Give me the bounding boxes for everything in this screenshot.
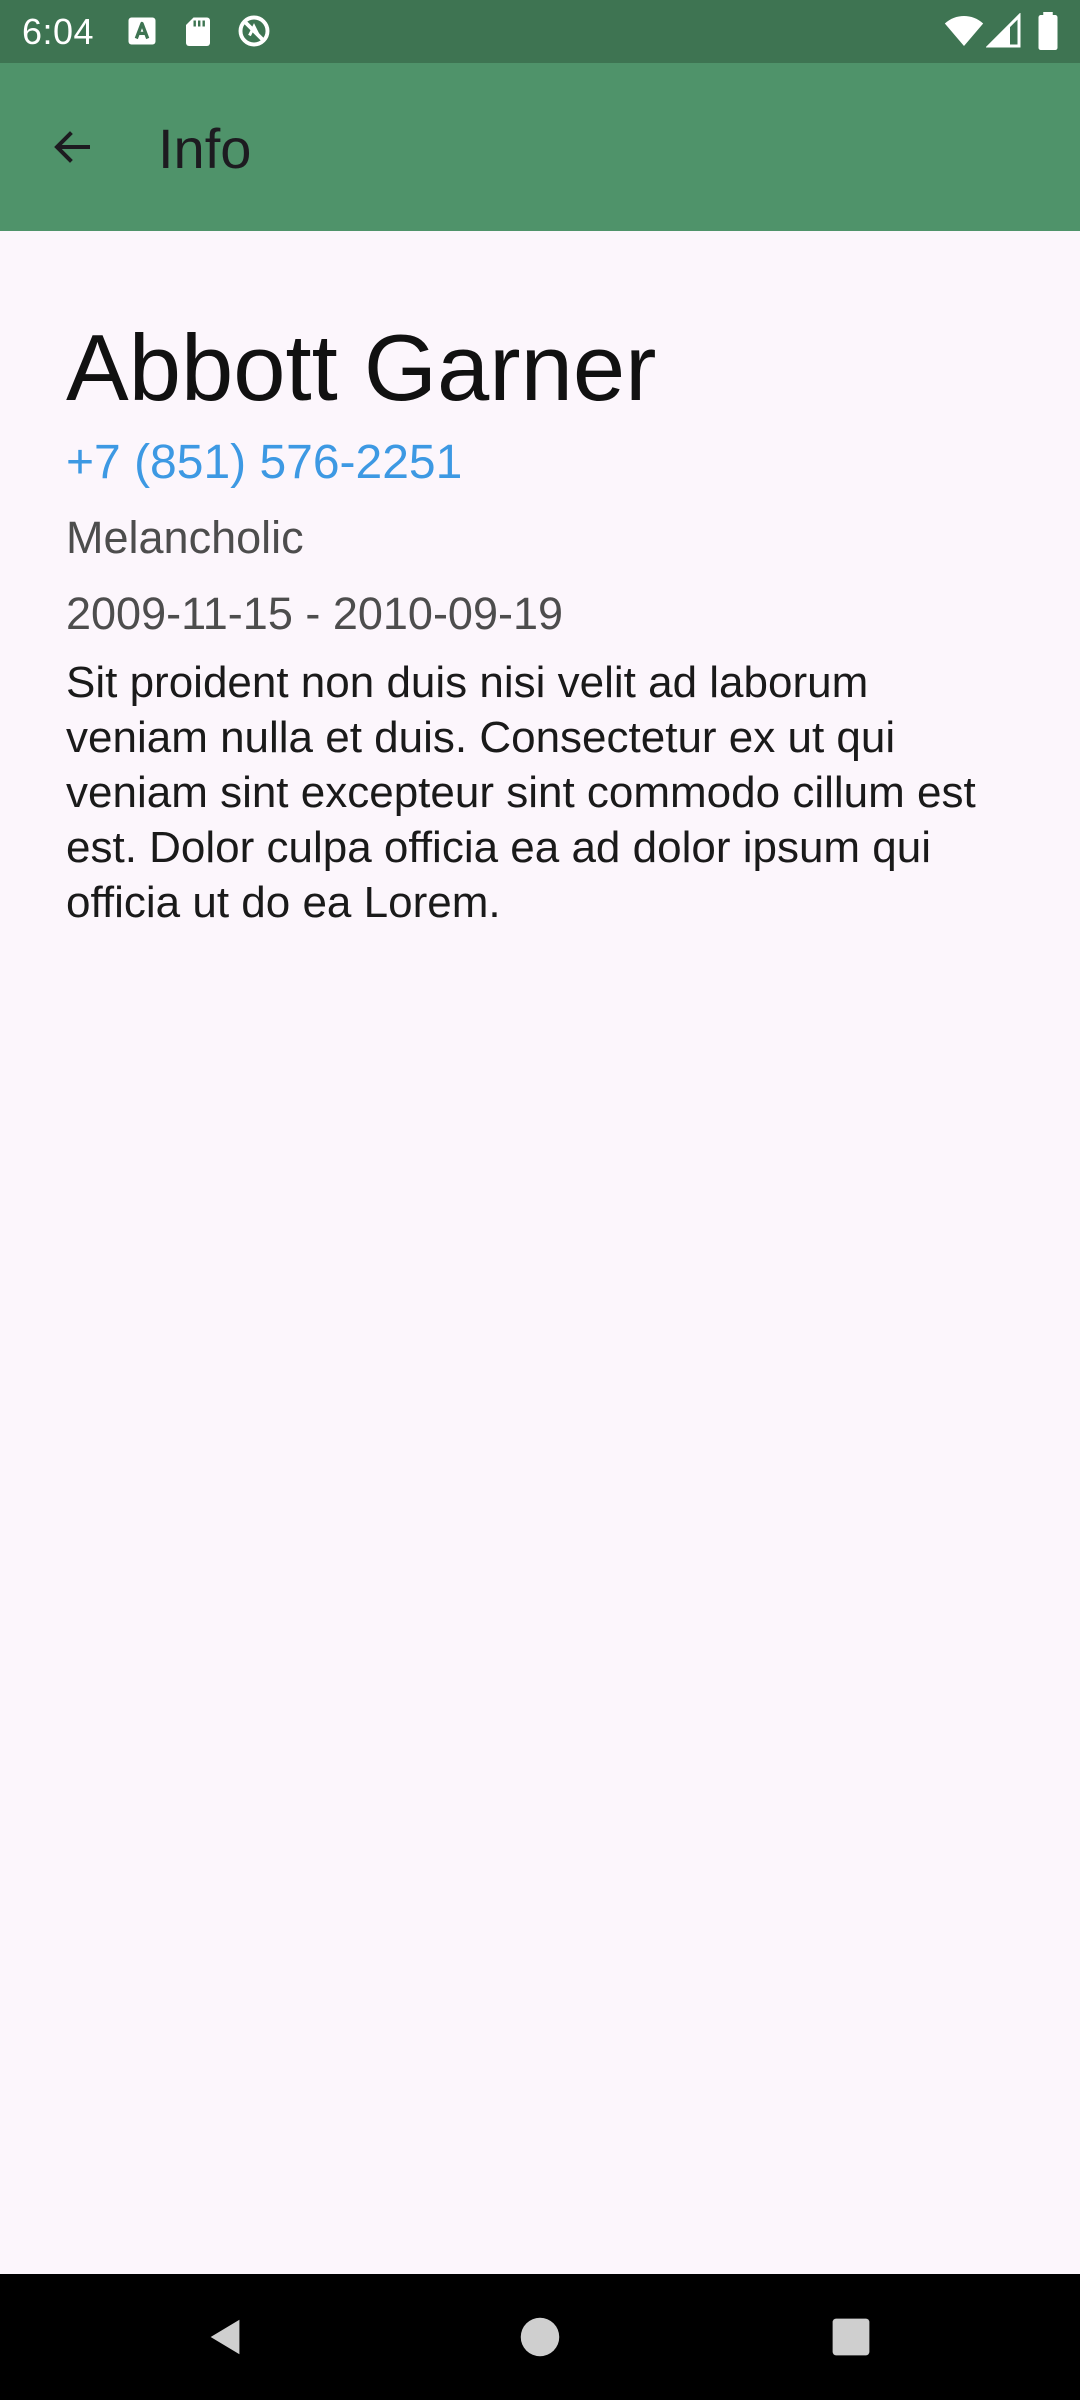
contact-name: Abbott Garner xyxy=(66,315,657,420)
contact-details: Abbott Garner +7 (851) 576-2251 Melancho… xyxy=(66,231,1016,930)
status-bar: 6:04 xyxy=(0,0,1080,63)
description-text: Sit proident non duis nisi velit ad labo… xyxy=(66,658,976,927)
temperament-text: Melancholic xyxy=(66,512,304,563)
app-bar: Info xyxy=(0,63,1080,231)
phone-link[interactable]: +7 (851) 576-2251 xyxy=(66,429,1016,497)
back-button[interactable] xyxy=(30,105,114,189)
status-time: 6:04 xyxy=(22,11,95,52)
battery-icon xyxy=(1038,12,1058,50)
keyboard-a-icon xyxy=(128,17,156,45)
nav-recents-button[interactable] xyxy=(808,2294,894,2380)
do-not-disturb-icon xyxy=(238,15,270,47)
cell-signal-icon xyxy=(986,13,1021,48)
recents-square-icon xyxy=(832,2318,870,2356)
arrow-back-icon xyxy=(54,131,90,163)
nav-back-button[interactable] xyxy=(183,2294,269,2380)
wifi-icon xyxy=(944,16,984,46)
page-title: Info xyxy=(158,117,252,180)
home-circle-icon xyxy=(520,2317,560,2357)
sd-card-icon xyxy=(186,17,210,46)
system-nav-bar xyxy=(0,2274,1080,2400)
date-range-text: 2009-11-15 - 2010-09-19 xyxy=(66,588,564,639)
back-triangle-icon xyxy=(210,2319,240,2355)
nav-home-button[interactable] xyxy=(497,2294,583,2380)
